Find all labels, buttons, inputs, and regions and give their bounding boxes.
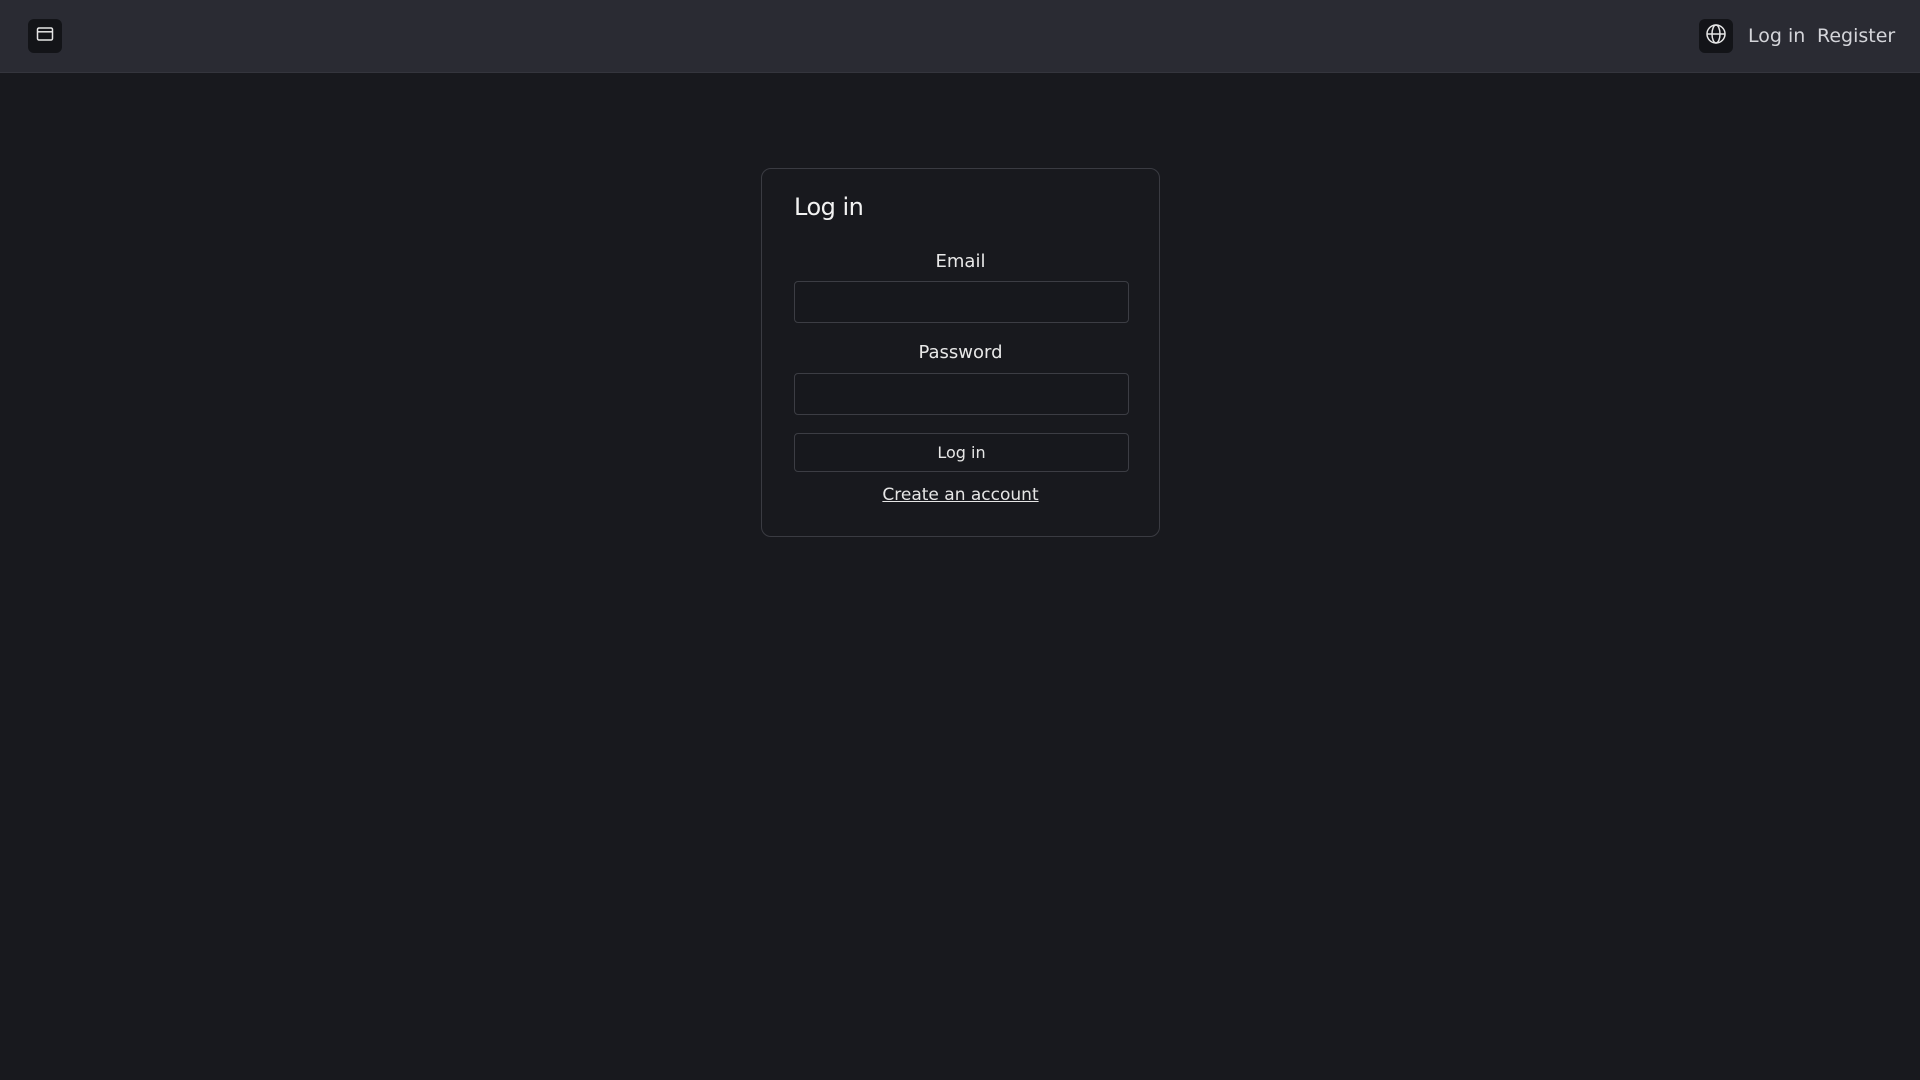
email-label: Email xyxy=(935,251,986,272)
sidebar-toggle-button[interactable] xyxy=(28,19,62,53)
login-title: Log in xyxy=(794,193,864,221)
login-submit-button[interactable]: Log in xyxy=(794,433,1129,472)
nav-register-link[interactable]: Register xyxy=(1817,24,1895,48)
window-icon xyxy=(36,25,54,47)
globe-icon xyxy=(1705,23,1727,49)
language-button[interactable] xyxy=(1699,19,1733,53)
password-label: Password xyxy=(918,342,1003,363)
create-account-link[interactable]: Create an account xyxy=(762,485,1159,505)
nav-login-link[interactable]: Log in xyxy=(1748,24,1805,48)
top-navbar: Log in Register xyxy=(0,0,1920,73)
login-card: Log in Email Password Log in Create an a… xyxy=(761,168,1160,537)
password-field[interactable] xyxy=(794,373,1129,415)
email-field[interactable] xyxy=(794,281,1129,323)
